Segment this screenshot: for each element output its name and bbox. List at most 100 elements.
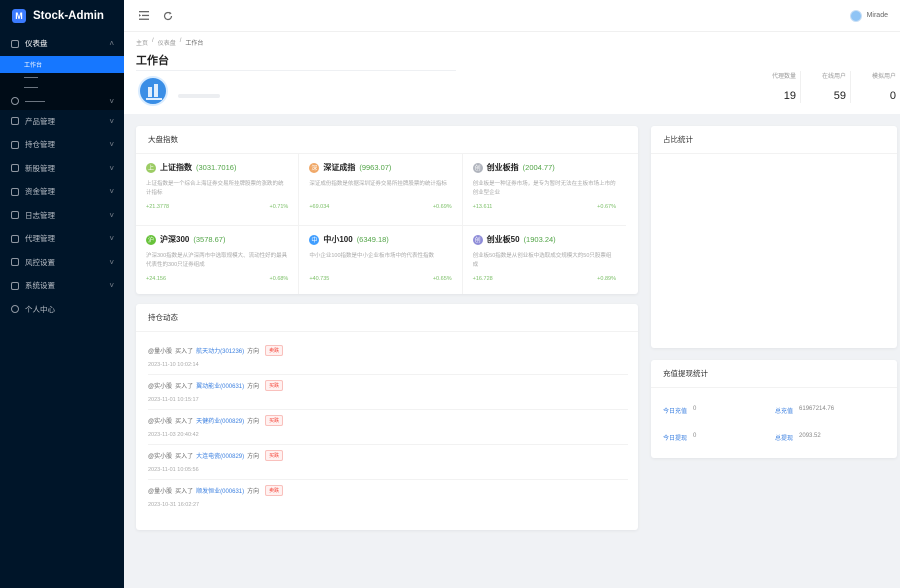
user-avatar <box>849 9 862 22</box>
menu-fold-icon[interactable] <box>136 8 152 24</box>
index-badge-icon: 中 <box>309 234 320 245</box>
breadcrumb-current: 工作台 <box>185 41 204 47</box>
stock-link[interactable]: 翼动能业(000631) <box>196 381 244 390</box>
stock-link[interactable]: 航天动力(301236) <box>196 346 244 355</box>
refresh-icon[interactable] <box>160 8 176 24</box>
index-item[interactable]: 深 深证成指 (9963.07) 深证成份指数是依据深圳证券交易所挂牌股票的统计… <box>299 154 463 226</box>
position-icon <box>11 140 19 149</box>
trades-card: 持仓动态 @量小股 买入了 航天动力(301236) 方向 卖跌 2023-11… <box>136 304 638 530</box>
product-icon <box>11 117 19 126</box>
sidebar-item-risk[interactable]: 风控设置 ˅ <box>0 251 124 275</box>
logo-icon: M <box>12 9 26 23</box>
direction-badge: 买跌 <box>265 380 284 391</box>
sidebar-item-products[interactable]: 产品管理 ˅ <box>0 110 124 134</box>
stock-link[interactable]: 顺发恒业(000631) <box>196 486 244 495</box>
user-icon <box>11 305 19 314</box>
breadcrumb-dashboard[interactable]: 仪表盘 <box>158 38 176 47</box>
today-recharge: 今日充值 0 <box>663 406 697 415</box>
chevron-down-icon: ˅ <box>109 281 114 291</box>
title-divider <box>136 70 456 71</box>
sidebar-item-dashboard[interactable]: 仪表盘 ˄ <box>0 32 124 56</box>
market-index-card: 大盘指数 上 上证指数 (3031.7016) 上证指数是一个综合上海证券交易所… <box>136 126 638 294</box>
shield-icon <box>11 258 19 267</box>
card-title: 占比统计 <box>651 126 897 154</box>
search-icon <box>11 97 19 105</box>
index-badge-icon: 沪 <box>146 234 156 245</box>
ipo-icon <box>11 164 19 173</box>
stat-demo-users: 模拟用户 0 <box>850 71 900 103</box>
stock-link[interactable]: 天健药业(000829) <box>196 416 244 425</box>
recharge-grid: 今日充值 0 总充值 61967214.76 今日提现 0 总提现 2093.5… <box>663 406 893 442</box>
sidebar-item-workbench[interactable]: 工作台 <box>0 55 124 73</box>
today-withdraw: 今日提现 0 <box>663 433 697 442</box>
gear-icon <box>11 281 19 290</box>
index-item[interactable]: 创 创业板指 (2004.77) 创业板是一种证券市场，是专为暂时无法在主板市场… <box>462 154 626 226</box>
chevron-down-icon: ˅ <box>109 210 114 220</box>
breadcrumb: 主页 / 仪表盘 / 工作台 <box>136 38 204 47</box>
stat-online-users: 在线用户 59 <box>800 71 850 103</box>
card-title: 持仓动态 <box>136 304 638 332</box>
sidebar-item-system[interactable]: 系统设置 ˅ <box>0 274 124 298</box>
page-title: 工作台 <box>136 55 169 67</box>
sidebar-item-agents[interactable]: 代理管理 ˅ <box>0 227 124 251</box>
index-item[interactable]: 中 中小100 (6349.18) 中小企业100指数是中小企业板市场中的代表性… <box>299 226 463 294</box>
sidebar-subitem-3[interactable]: ˅ <box>0 93 124 110</box>
direction-badge: 买跌 <box>265 450 284 461</box>
dashboard-icon <box>11 39 19 48</box>
list-item: @实小股 买入了 大连电瓷(000829) 方向 买跌 2023-11-01 1… <box>148 445 628 480</box>
sidebar-item-ipo[interactable]: 新股管理 ˅ <box>0 157 124 181</box>
chevron-down-icon: ˅ <box>109 187 114 197</box>
index-badge-icon: 创 <box>472 162 483 173</box>
index-badge-icon: 深 <box>309 162 320 173</box>
chevron-down-icon: ˅ <box>109 140 114 150</box>
index-item[interactable]: 创 创业板50 (1903.24) 创业板50指数是从创业板中选取成交规模大的5… <box>463 226 626 294</box>
direction-badge: 卖跌 <box>265 345 284 356</box>
sidebar-subitem-1[interactable] <box>0 73 124 83</box>
log-icon <box>11 211 19 220</box>
username: Mirade <box>866 12 888 19</box>
app-name: Stock-Admin <box>33 10 104 22</box>
chevron-up-icon: ˄ <box>109 39 114 49</box>
index-badge-icon: 创 <box>472 234 483 245</box>
index-item[interactable]: 上 上证指数 (3031.7016) 上证指数是一个综合上海证券交易所挂牌股票的… <box>136 154 300 226</box>
sidebar-subitem-2[interactable] <box>0 83 124 93</box>
agent-icon <box>11 234 19 243</box>
chevron-down-icon: ˅ <box>109 96 114 106</box>
direction-badge: 买跌 <box>265 415 284 426</box>
page-header: 主页 / 仪表盘 / 工作台 工作台 代理数量 19 在线用户 59 模拟用户 … <box>124 32 900 114</box>
sidebar-item-positions[interactable]: 持仓管理 ˅ <box>0 133 124 157</box>
index-grid: 上 上证指数 (3031.7016) 上证指数是一个综合上海证券交易所挂牌股票的… <box>136 154 626 294</box>
top-header: Mirade <box>124 0 900 32</box>
list-item: @量小股 买入了 顺发恒业(000631) 方向 卖跌 2023-10-31 1… <box>148 480 628 515</box>
share-stats-card: 占比统计 <box>651 126 897 348</box>
wallet-icon <box>11 187 19 196</box>
stats-group: 代理数量 19 在线用户 59 模拟用户 0 <box>750 71 900 103</box>
trade-list: @量小股 买入了 航天动力(301236) 方向 卖跌 2023-11-10 1… <box>148 340 628 515</box>
list-item: @实小股 买入了 翼动能业(000631) 方向 买跌 2023-11-01 1… <box>148 375 628 410</box>
sidebar-item-profile[interactable]: 个人中心 <box>0 298 124 322</box>
stat-agents: 代理数量 19 <box>771 74 796 102</box>
chevron-down-icon: ˅ <box>109 257 114 267</box>
total-withdraw: 总提现 2093.52 <box>775 433 821 442</box>
list-item: @量小股 买入了 航天动力(301236) 方向 卖跌 2023-11-10 1… <box>148 340 628 375</box>
list-item: @实小股 买入了 天健药业(000829) 方向 买跌 2023-11-03 2… <box>148 410 628 445</box>
workbench-avatar <box>138 76 168 106</box>
direction-badge: 卖跌 <box>265 485 284 496</box>
breadcrumb-home[interactable]: 主页 <box>136 38 148 47</box>
greeting-placeholder <box>178 94 220 98</box>
card-title: 大盘指数 <box>136 126 638 154</box>
index-item[interactable]: 沪 沪深300 (3578.67) 沪深300指数是从沪深两市中选取规模大、流动… <box>136 226 300 294</box>
total-recharge: 总充值 61967214.76 <box>775 406 835 415</box>
dashboard-submenu: 工作台 ˅ <box>0 55 124 110</box>
chevron-down-icon: ˅ <box>109 163 114 173</box>
chevron-down-icon: ˅ <box>109 234 114 244</box>
sidebar-item-logs[interactable]: 日志管理 ˅ <box>0 204 124 228</box>
card-title: 充值提现统计 <box>651 360 897 388</box>
index-badge-icon: 上 <box>146 162 156 173</box>
user-menu[interactable]: Mirade <box>849 9 888 22</box>
sidebar-item-funds[interactable]: 资金管理 ˅ <box>0 180 124 204</box>
logo[interactable]: M Stock-Admin <box>0 0 124 32</box>
sidebar: M Stock-Admin 仪表盘 ˄ 工作台 ˅ 产品管理 ˅ 持仓管理 ˅ … <box>0 0 124 588</box>
recharge-stats-card: 充值提现统计 今日充值 0 总充值 61967214.76 今日提现 0 总提现… <box>651 360 897 458</box>
stock-link[interactable]: 大连电瓷(000829) <box>196 451 244 460</box>
